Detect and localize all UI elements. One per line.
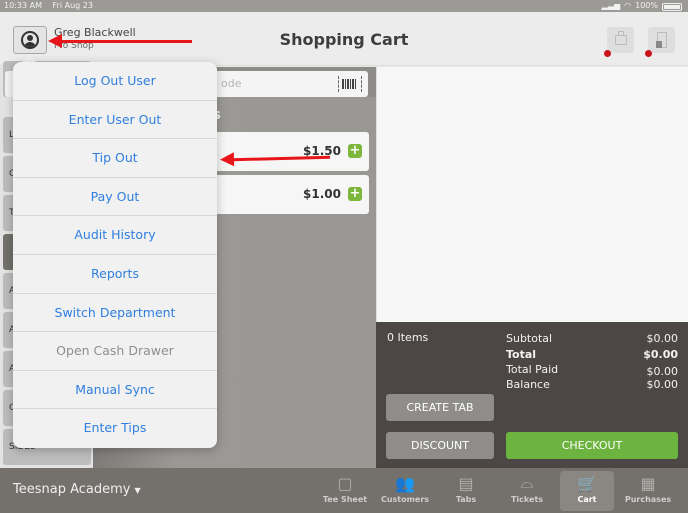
menu-item-log-out-user[interactable]: Log Out User xyxy=(13,62,217,101)
battery-icon xyxy=(662,3,682,11)
customers-icon: 👥 xyxy=(395,473,415,493)
nav-tabs[interactable]: ▤ Tabs xyxy=(439,471,493,511)
cloche-icon: ⌓ xyxy=(520,473,534,492)
printer-status-dot xyxy=(604,50,611,57)
menu-item-manual-sync[interactable]: Manual Sync xyxy=(13,371,217,410)
nav-customers[interactable]: 👥 Customers xyxy=(378,471,432,511)
signal-icon: ▂▃▅ xyxy=(601,1,621,10)
total-paid-row: Total Paid $0.00 xyxy=(506,363,678,378)
card-reader-icon xyxy=(655,32,667,48)
nav-tee-sheet[interactable]: ▢ Tee Sheet xyxy=(318,471,372,511)
menu-item-open-cash-drawer: Open Cash Drawer xyxy=(13,332,217,371)
subtotal-row: Subtotal $0.00 xyxy=(506,332,678,345)
status-date: Fri Aug 23 xyxy=(52,1,93,10)
bottom-nav-bar: Teesnap Academy ▼ ▢ Tee Sheet 👥 Customers… xyxy=(0,468,688,513)
cart-summary: 0 Items Subtotal $0.00 Total $0.00 Total… xyxy=(376,322,688,468)
add-icon[interactable]: + xyxy=(348,187,362,201)
battery-percent: 100% xyxy=(635,1,658,10)
create-tab-button[interactable]: CREATE TAB xyxy=(386,394,494,421)
nav-cart[interactable]: 🛒 Cart xyxy=(560,471,614,511)
menu-item-pay-out[interactable]: Pay Out xyxy=(13,178,217,217)
calendar-icon: ▢ xyxy=(337,473,353,493)
annotation-arrow-user-button xyxy=(48,34,192,48)
product-price: $1.00 xyxy=(303,187,341,201)
status-time: 10:33 AM xyxy=(4,1,42,10)
chevron-down-icon: ▼ xyxy=(134,486,141,495)
product-card[interactable]: $1.00 + xyxy=(207,175,369,214)
menu-item-switch-department[interactable]: Switch Department xyxy=(13,294,217,333)
menu-item-tip-out[interactable]: Tip Out xyxy=(13,139,217,178)
items-count: 0 Items xyxy=(387,331,429,344)
barcode-scan-icon[interactable] xyxy=(338,76,362,92)
register-icon: ▦ xyxy=(640,473,656,493)
menu-item-enter-user-out[interactable]: Enter User Out xyxy=(13,101,217,140)
search-placeholder: ode xyxy=(221,77,242,90)
tabs-icon: ▤ xyxy=(458,473,474,493)
discount-button[interactable]: DISCOUNT xyxy=(386,432,494,459)
header: Greg Blackwell Pro Shop Shopping Cart xyxy=(0,12,688,66)
cart-icon: 🛒 xyxy=(577,473,597,493)
status-bar: 10:33 AM Fri Aug 23 ▂▃▅ ◠ 100% xyxy=(0,0,688,12)
user-menu-popover: Log Out User Enter User Out Tip Out Pay … xyxy=(13,62,217,448)
total-row: Total $0.00 xyxy=(506,348,678,361)
checkout-button[interactable]: CHECKOUT xyxy=(506,432,678,459)
add-icon[interactable]: + xyxy=(348,144,362,158)
printer-button[interactable] xyxy=(604,27,634,57)
menu-item-audit-history[interactable]: Audit History xyxy=(13,216,217,255)
nav-purchases[interactable]: ▦ Purchases xyxy=(621,471,675,511)
cart-items-list xyxy=(376,67,688,322)
organization-selector[interactable]: Teesnap Academy ▼ xyxy=(13,482,141,497)
menu-item-reports[interactable]: Reports xyxy=(13,255,217,294)
printer-icon xyxy=(614,31,627,45)
card-reader-status-dot xyxy=(645,50,652,57)
wifi-icon: ◠ xyxy=(624,1,632,10)
menu-item-enter-tips[interactable]: Enter Tips xyxy=(13,409,217,448)
card-reader-button[interactable] xyxy=(645,27,675,57)
nav-tickets[interactable]: ⌓ Tickets xyxy=(500,471,554,511)
balance-row: Balance $0.00 xyxy=(506,378,678,391)
